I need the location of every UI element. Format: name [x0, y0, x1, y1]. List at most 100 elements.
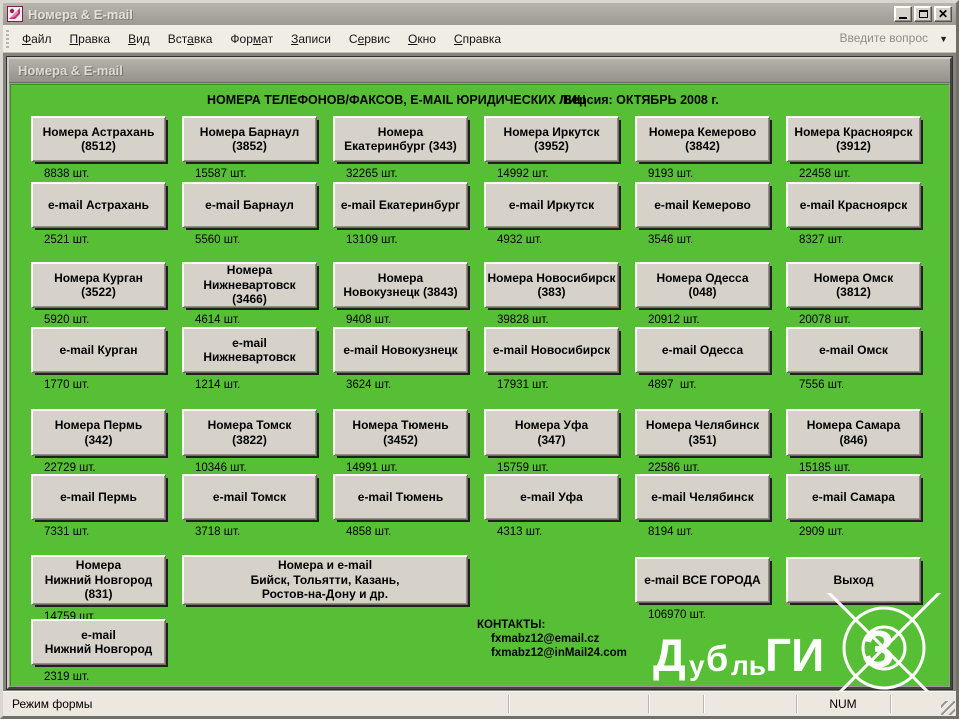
nomera-nizhny-novgorod-button[interactable]: Номера Нижний Новгород (831)	[31, 555, 166, 605]
button-label: Выход	[833, 573, 873, 587]
menu-item-edit[interactable]: Правка	[61, 28, 120, 50]
nomera-ekaterinburg-button[interactable]: Номера Екатеринбург (343)	[333, 116, 468, 162]
nomera-ufa-button[interactable]: Номера Уфа (347)	[484, 409, 619, 456]
menu-item-help[interactable]: Справка	[445, 28, 510, 50]
menu-item-file[interactable]: Файл	[13, 28, 61, 50]
email-krasnoyarsk-button[interactable]: e-mail Красноярск	[786, 182, 921, 228]
menu-item-format[interactable]: Формат	[221, 28, 282, 50]
mdi-area: Номера & E-mail НОМЕРА ТЕЛЕФОНОВ/ФАКСОВ,…	[3, 53, 956, 691]
menu-item-insert[interactable]: Вставка	[159, 28, 222, 50]
menu-item-window[interactable]: Окно	[399, 28, 445, 50]
nomera-omsk-count: 20078 шт.	[799, 314, 851, 326]
minimize-icon	[899, 17, 907, 19]
nomera-tyumen-button[interactable]: Номера Тюмень (3452)	[333, 409, 468, 456]
resize-grip[interactable]	[941, 701, 955, 715]
nomera-tomsk-button[interactable]: Номера Томск (3822)	[182, 409, 317, 456]
menu-drag-handle[interactable]	[6, 30, 9, 48]
form-canvas: НОМЕРА ТЕЛЕФОНОВ/ФАКСОВ, E-MAIL ЮРИДИЧЕС…	[10, 84, 949, 686]
nomera-odessa-count: 20912 шт.	[648, 314, 700, 326]
email-nizhnevartovsk-count: 1214 шт.	[195, 379, 240, 391]
email-perm-count: 7331 шт.	[44, 526, 89, 538]
email-astrakhan-button[interactable]: e-mail Астрахань	[31, 182, 166, 228]
chevron-down-icon[interactable]: ▼	[939, 34, 948, 44]
nomera-ekaterinburg-count: 32265 шт.	[346, 168, 398, 180]
logo-letter: ль	[731, 650, 766, 681]
nomera-nizhnevartovsk-button[interactable]: Номера Нижневартовск (3466)	[182, 262, 317, 308]
button-label: Номера Красноярск (3912)	[794, 125, 912, 154]
ask-question-box[interactable]: Введите вопрос	[840, 31, 929, 45]
nomera-samara-button[interactable]: Номера Самара (846)	[786, 409, 921, 456]
button-label: Номера Астрахань (8512)	[43, 125, 155, 154]
nomera-kemerovo-button[interactable]: Номера Кемерово (3842)	[635, 116, 770, 162]
email-samara-button[interactable]: e-mail Самара	[786, 474, 921, 520]
nomera-email-other-cities-button[interactable]: Номера и e-mail Бийск, Тольятти, Казань,…	[182, 555, 468, 605]
email-kurgan-button[interactable]: e-mail Курган	[31, 327, 166, 373]
email-chelyabinsk-count: 8194 шт.	[648, 526, 693, 538]
email-kemerovo-button[interactable]: e-mail Кемерово	[635, 182, 770, 228]
email-tyumen-button[interactable]: e-mail Тюмень	[333, 474, 468, 520]
nomera-krasnoyarsk-button[interactable]: Номера Красноярск (3912)	[786, 116, 921, 162]
email-tomsk-button[interactable]: e-mail Томск	[182, 474, 317, 520]
close-button[interactable]: ✕	[934, 6, 952, 22]
form-heading: НОМЕРА ТЕЛЕФОНОВ/ФАКСОВ, E-MAIL ЮРИДИЧЕС…	[207, 93, 586, 107]
button-label: e-mail Уфа	[520, 490, 583, 504]
button-label: Номера Иркутск (3952)	[504, 125, 600, 154]
button-label: e-mail Тюмень	[358, 490, 443, 504]
button-label: e-mail Нижневартовск	[203, 336, 295, 365]
email-ufa-count: 4313 шт.	[497, 526, 542, 538]
menu-item-view[interactable]: Вид	[119, 28, 159, 50]
menu-item-records[interactable]: Записи	[282, 28, 340, 50]
nomera-barnaul-button[interactable]: Номера Барнаул (3852)	[182, 116, 317, 162]
button-label: e-mail Нижний Новгород	[45, 628, 153, 657]
nomera-kurgan-button[interactable]: Номера Курган (3522)	[31, 262, 166, 308]
nomera-astrakhan-button[interactable]: Номера Астрахань (8512)	[31, 116, 166, 162]
nomera-odessa-button[interactable]: Номера Одесса (048)	[635, 262, 770, 308]
email-nizhnevartovsk-button[interactable]: e-mail Нижневартовск	[182, 327, 317, 373]
email-novokuznetsk-button[interactable]: e-mail Новокузнецк	[333, 327, 468, 373]
email-ufa-button[interactable]: e-mail Уфа	[484, 474, 619, 520]
button-label: e-mail Екатеринбург	[341, 198, 460, 212]
maximize-button[interactable]	[914, 6, 932, 22]
email-chelyabinsk-button[interactable]: e-mail Челябинск	[635, 474, 770, 520]
nomera-irkutsk-button[interactable]: Номера Иркутск (3952)	[484, 116, 619, 162]
button-label: e-mail Новокузнецк	[343, 343, 457, 357]
nomera-chelyabinsk-button[interactable]: Номера Челябинск (351)	[635, 409, 770, 456]
nomera-omsk-button[interactable]: Номера Омск (3812)	[786, 262, 921, 308]
button-label: Номера Тюмень (3452)	[352, 418, 448, 447]
menu-item-tools[interactable]: Сервис	[340, 28, 399, 50]
button-label: Номера Курган (3522)	[54, 271, 143, 300]
email-irkutsk-button[interactable]: e-mail Иркутск	[484, 182, 619, 228]
email-novosibirsk-button[interactable]: e-mail Новосибирск	[484, 327, 619, 373]
close-icon: ✕	[938, 8, 948, 20]
button-label: Номера Самара (846)	[807, 418, 901, 447]
nomera-krasnoyarsk-count: 22458 шт.	[799, 168, 851, 180]
email-nizhny-novgorod-button[interactable]: e-mail Нижний Новгород	[31, 619, 166, 665]
nomera-perm-button[interactable]: Номера Пермь (342)	[31, 409, 166, 456]
email-perm-button[interactable]: e-mail Пермь	[31, 474, 166, 520]
nomera-novosibirsk-button[interactable]: Номера Новосибирск (383)	[484, 262, 619, 308]
button-label: e-mail Новосибирск	[493, 343, 610, 357]
email-odessa-button[interactable]: e-mail Одесса	[635, 327, 770, 373]
email-novokuznetsk-count: 3624 шт.	[346, 379, 391, 391]
email-omsk-button[interactable]: e-mail Омск	[786, 327, 921, 373]
email-odessa-count: 4897 шт.	[648, 379, 696, 391]
status-separator	[508, 695, 509, 713]
email-tyumen-count: 4858 шт.	[346, 526, 391, 538]
email-novosibirsk-count: 17931 шт.	[497, 379, 549, 391]
nomera-barnaul-count: 15587 шт.	[195, 168, 247, 180]
menubar: ФайлПравкаВидВставкаФорматЗаписиСервисОк…	[3, 25, 956, 53]
button-label: e-mail Омск	[819, 343, 888, 357]
form-window-titlebar[interactable]: Номера & E-mail	[9, 59, 950, 83]
nomera-novokuznetsk-count: 9408 шт.	[346, 314, 391, 326]
nomera-irkutsk-count: 14992 шт.	[497, 168, 549, 180]
email-barnaul-button[interactable]: e-mail Барнаул	[182, 182, 317, 228]
email-ekaterinburg-button[interactable]: e-mail Екатеринбург	[333, 182, 468, 228]
nomera-tomsk-count: 10346 шт.	[195, 462, 247, 474]
button-label: e-mail Курган	[59, 343, 137, 357]
button-label: Номера Нижний Новгород (831)	[45, 558, 153, 601]
nomera-perm-count: 22729 шт.	[44, 462, 96, 474]
form-window-title: Номера & E-mail	[18, 63, 123, 78]
minimize-button[interactable]	[894, 6, 912, 22]
email-barnaul-count: 5560 шт.	[195, 234, 240, 246]
nomera-novokuznetsk-button[interactable]: Номера Новокузнецк (3843)	[333, 262, 468, 308]
